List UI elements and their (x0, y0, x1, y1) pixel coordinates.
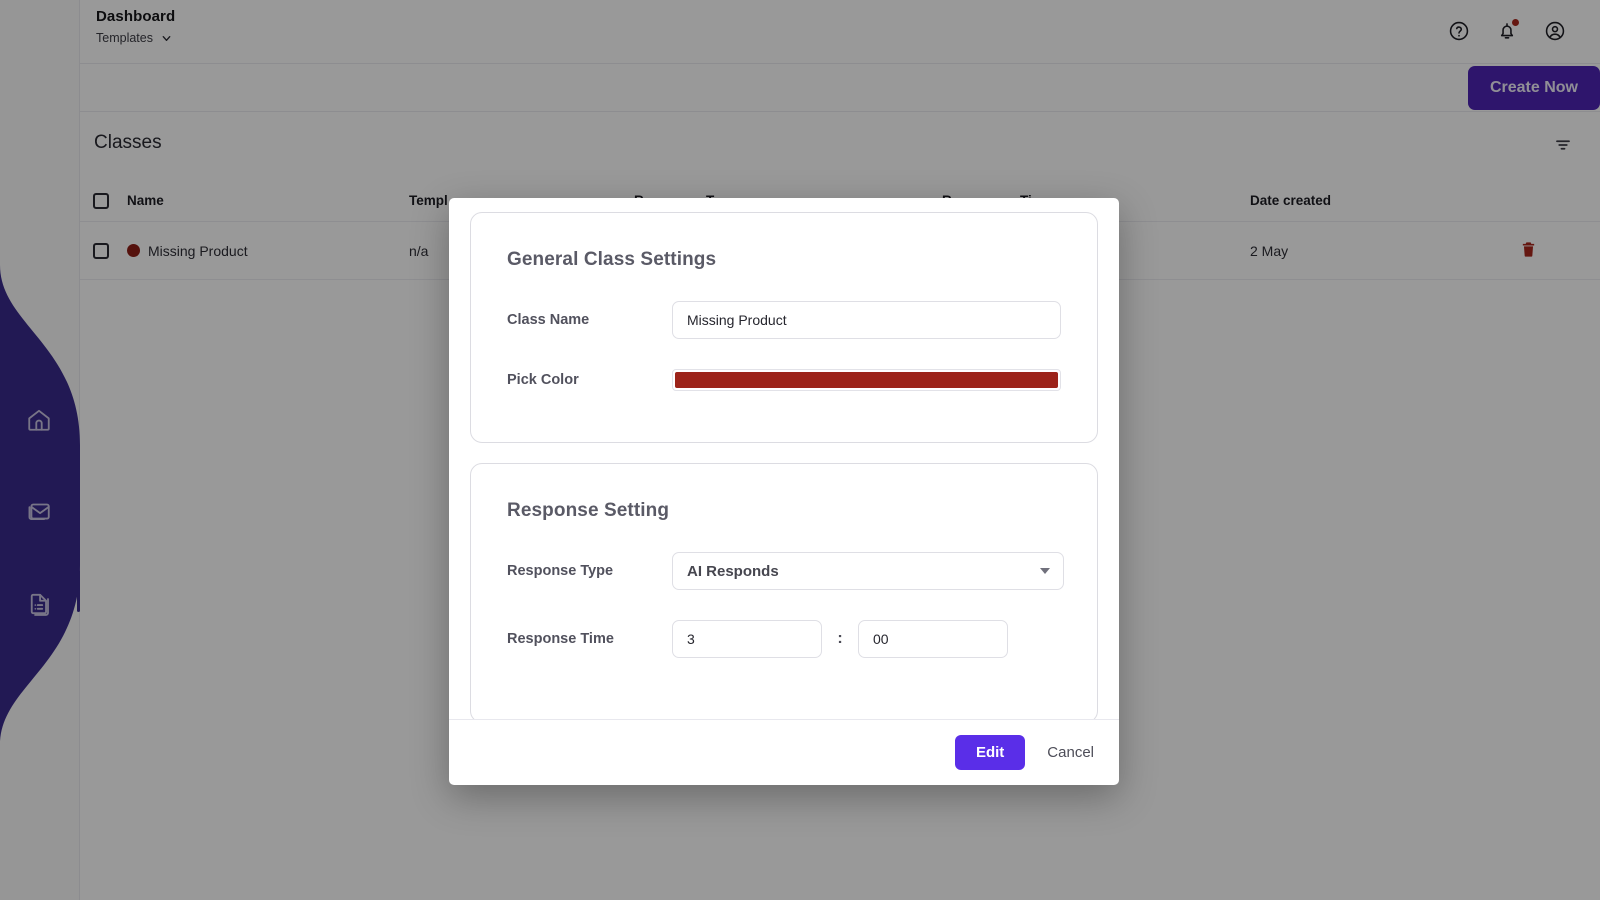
cancel-button[interactable]: Cancel (1043, 738, 1098, 767)
modal-footer: Edit Cancel (449, 719, 1119, 785)
response-type-select-wrap: AI Responds (672, 552, 1064, 590)
response-time-minutes-input[interactable] (672, 620, 822, 658)
class-name-row: Class Name (507, 301, 1061, 339)
app-root: Dashboard Templates Create Now Classes N… (0, 0, 1600, 900)
response-type-select[interactable]: AI Responds (672, 552, 1064, 590)
response-time-label: Response Time (507, 631, 614, 647)
pick-color-input[interactable] (672, 369, 1061, 391)
class-name-label: Class Name (507, 312, 590, 328)
general-settings-card: General Class Settings Class Name Pick C… (470, 212, 1098, 443)
edit-button[interactable]: Edit (954, 735, 1026, 770)
color-swatch (675, 372, 1058, 388)
general-settings-title: General Class Settings (507, 249, 717, 270)
class-settings-modal: General Class Settings Class Name Pick C… (449, 198, 1119, 785)
response-settings-title: Response Setting (507, 500, 670, 521)
response-settings-card: Response Setting Response Type AI Respon… (470, 463, 1098, 719)
class-name-input[interactable] (672, 301, 1061, 339)
response-time-row: Response Time : (507, 620, 1061, 658)
time-separator: : (837, 630, 843, 647)
pick-color-row: Pick Color (507, 369, 1061, 391)
modal-body: General Class Settings Class Name Pick C… (449, 198, 1119, 719)
response-time-seconds-input[interactable] (858, 620, 1008, 658)
response-type-row: Response Type AI Responds (507, 552, 1064, 590)
pick-color-label: Pick Color (507, 372, 579, 388)
response-type-label: Response Type (507, 563, 614, 579)
